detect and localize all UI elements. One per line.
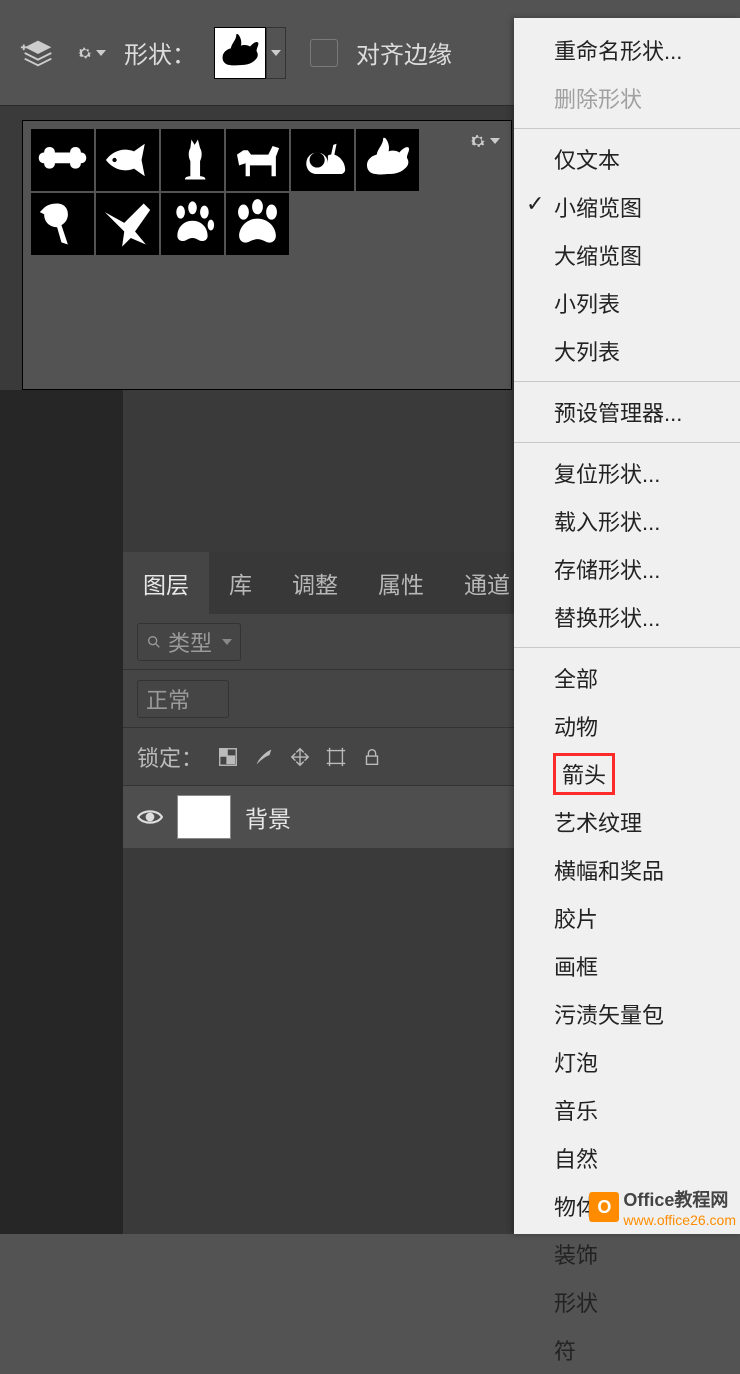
menu-item[interactable]: 小列表 bbox=[514, 279, 740, 327]
watermark-url: www.office26.com bbox=[623, 1212, 736, 1228]
lock-all-icon[interactable] bbox=[361, 746, 383, 768]
blend-mode-select[interactable]: 正常 bbox=[137, 680, 229, 718]
tab-adjustments[interactable]: 调整 bbox=[272, 552, 358, 614]
align-edges-checkbox[interactable] bbox=[310, 39, 338, 67]
menu-item[interactable]: 全部 bbox=[514, 654, 740, 702]
align-edges-label: 对齐边缘 bbox=[356, 35, 452, 70]
menu-item[interactable]: 重命名形状... bbox=[514, 26, 740, 74]
menu-item[interactable]: 动物 bbox=[514, 702, 740, 750]
watermark-title: Office教程网 bbox=[623, 1190, 728, 1210]
lock-label: 锁定： bbox=[137, 741, 203, 773]
menu-separator bbox=[514, 442, 740, 443]
menu-item[interactable]: 灯泡 bbox=[514, 1038, 740, 1086]
layer-name: 背景 bbox=[245, 800, 291, 834]
menu-item[interactable]: 载入形状... bbox=[514, 497, 740, 545]
menu-item[interactable]: 预设管理器... bbox=[514, 388, 740, 436]
menu-item: 删除形状 bbox=[514, 74, 740, 122]
menu-item[interactable]: 符 bbox=[514, 1326, 740, 1374]
shape-swatch-snail[interactable] bbox=[291, 129, 354, 191]
layer-thumbnail[interactable] bbox=[177, 795, 231, 839]
lock-position-icon[interactable] bbox=[289, 746, 311, 768]
menu-item[interactable]: 自然 bbox=[514, 1134, 740, 1182]
lock-brush-icon[interactable] bbox=[253, 746, 275, 768]
menu-separator bbox=[514, 381, 740, 382]
menu-item[interactable]: 仅文本 bbox=[514, 135, 740, 183]
menu-item[interactable]: 装饰 bbox=[514, 1230, 740, 1278]
menu-item[interactable]: 污渍矢量包 bbox=[514, 990, 740, 1038]
menu-item[interactable]: 音乐 bbox=[514, 1086, 740, 1134]
shape-swatch-paw[interactable] bbox=[226, 193, 289, 255]
shape-swatch-parrot[interactable] bbox=[31, 193, 94, 255]
tab-layers[interactable]: 图层 bbox=[123, 552, 209, 614]
shape-swatch-fish[interactable] bbox=[96, 129, 159, 191]
menu-separator bbox=[514, 128, 740, 129]
menu-item[interactable]: 替换形状... bbox=[514, 593, 740, 641]
layer-filter-kind-label: 类型 bbox=[168, 626, 212, 658]
lock-artboard-icon[interactable] bbox=[325, 746, 347, 768]
shape-swatch-paw-small[interactable] bbox=[161, 193, 224, 255]
menu-item[interactable]: 胶片 bbox=[514, 894, 740, 942]
menu-item[interactable]: 艺术纹理 bbox=[514, 798, 740, 846]
shape-swatch-rabbit[interactable] bbox=[356, 129, 419, 191]
layer-filter-kind[interactable]: 类型 bbox=[137, 623, 241, 661]
menu-item[interactable]: 大列表 bbox=[514, 327, 740, 375]
menu-item[interactable]: 箭头 bbox=[554, 754, 614, 794]
shape-swatch-dog[interactable] bbox=[226, 129, 289, 191]
watermark: O Office教程网 www.office26.com bbox=[589, 1186, 736, 1228]
menu-item[interactable]: 存储形状... bbox=[514, 545, 740, 593]
current-shape-preview[interactable] bbox=[214, 27, 266, 79]
shape-picker-panel bbox=[22, 120, 512, 390]
menu-item[interactable]: 大缩览图 bbox=[514, 231, 740, 279]
layers-icon[interactable] bbox=[18, 33, 58, 73]
gear-icon[interactable] bbox=[76, 38, 106, 68]
tab-libraries[interactable]: 库 bbox=[209, 552, 272, 614]
picker-flyout-gear-icon[interactable] bbox=[466, 126, 502, 156]
watermark-badge-icon: O bbox=[589, 1192, 619, 1222]
visibility-eye-icon[interactable] bbox=[137, 804, 163, 830]
menu-separator bbox=[514, 647, 740, 648]
shape-swatch-bone[interactable] bbox=[31, 129, 94, 191]
shape-swatch-bird[interactable] bbox=[96, 193, 159, 255]
tab-properties[interactable]: 属性 bbox=[358, 552, 444, 614]
shape-label: 形状： bbox=[124, 35, 196, 70]
menu-item[interactable]: 复位形状... bbox=[514, 449, 740, 497]
menu-item[interactable]: 横幅和奖品 bbox=[514, 846, 740, 894]
shape-preset-menu: 重命名形状...删除形状仅文本小缩览图大缩览图小列表大列表预设管理器... 复位形… bbox=[514, 18, 740, 1234]
menu-item[interactable]: 画框 bbox=[514, 942, 740, 990]
dock-strip bbox=[0, 390, 123, 1234]
menu-item[interactable]: 形状 bbox=[514, 1278, 740, 1326]
shape-dropdown-button[interactable] bbox=[266, 27, 286, 79]
lock-transparency-icon[interactable] bbox=[217, 746, 239, 768]
menu-item[interactable]: 小缩览图 bbox=[514, 183, 740, 231]
shape-swatch-cat[interactable] bbox=[161, 129, 224, 191]
